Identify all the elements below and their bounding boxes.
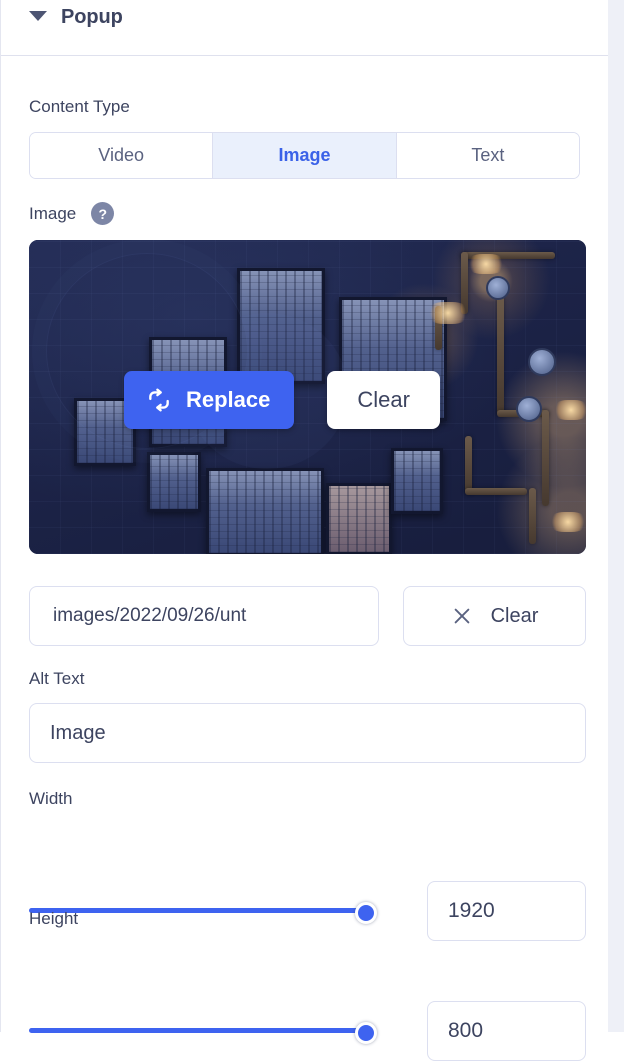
- preview-frame: [237, 268, 325, 384]
- page-title: Popup: [61, 6, 123, 28]
- preview-frame: [391, 448, 443, 514]
- image-path-row: Clear: [29, 586, 586, 646]
- width-slider-thumb[interactable]: [355, 902, 377, 924]
- height-value-input[interactable]: [427, 1001, 586, 1061]
- preview-frame: [206, 468, 324, 554]
- image-label: Image: [29, 203, 77, 223]
- clear-path-label: Clear: [490, 604, 539, 627]
- width-label: Width: [29, 789, 73, 808]
- preview-action-buttons: Replace Clear: [124, 371, 440, 429]
- alt-text-input[interactable]: [29, 703, 586, 763]
- image-path-input[interactable]: [29, 586, 379, 646]
- clear-image-button[interactable]: Clear: [327, 371, 440, 429]
- clear-path-button[interactable]: Clear: [403, 586, 586, 646]
- image-preview[interactable]: Replace Clear: [29, 240, 586, 554]
- width-value-input[interactable]: [427, 881, 586, 941]
- help-question-icon[interactable]: ?: [91, 202, 115, 225]
- replace-button-label: Replace: [186, 387, 271, 412]
- height-slider-track[interactable]: [29, 1028, 364, 1033]
- section-header[interactable]: Popup: [1, 0, 608, 56]
- image-label-row: Image ?: [29, 202, 115, 225]
- tab-video[interactable]: Video: [30, 133, 214, 178]
- height-slider-thumb[interactable]: [355, 1022, 377, 1044]
- refresh-cycle-icon: [149, 388, 169, 412]
- content-type-label: Content Type: [29, 97, 130, 116]
- width-slider-track[interactable]: [29, 908, 364, 913]
- height-label: Height: [29, 909, 79, 928]
- panel-body: Content Type Video Image Text Image ? Re…: [1, 57, 608, 1061]
- alt-text-label: Alt Text: [29, 669, 85, 688]
- close-x-icon: [454, 608, 469, 624]
- content-type-segmented-control[interactable]: Video Image Text: [29, 132, 580, 179]
- panel-right-gutter: [608, 0, 624, 1032]
- popup-settings-panel: Popup Content Type Video Image Text Imag…: [0, 0, 608, 1061]
- replace-button[interactable]: Replace: [124, 371, 295, 429]
- preview-frame: [147, 452, 201, 512]
- tab-text[interactable]: Text: [396, 133, 579, 178]
- caret-down-icon[interactable]: [29, 11, 47, 21]
- preview-frame: [326, 483, 392, 554]
- tab-image[interactable]: Image: [213, 133, 397, 178]
